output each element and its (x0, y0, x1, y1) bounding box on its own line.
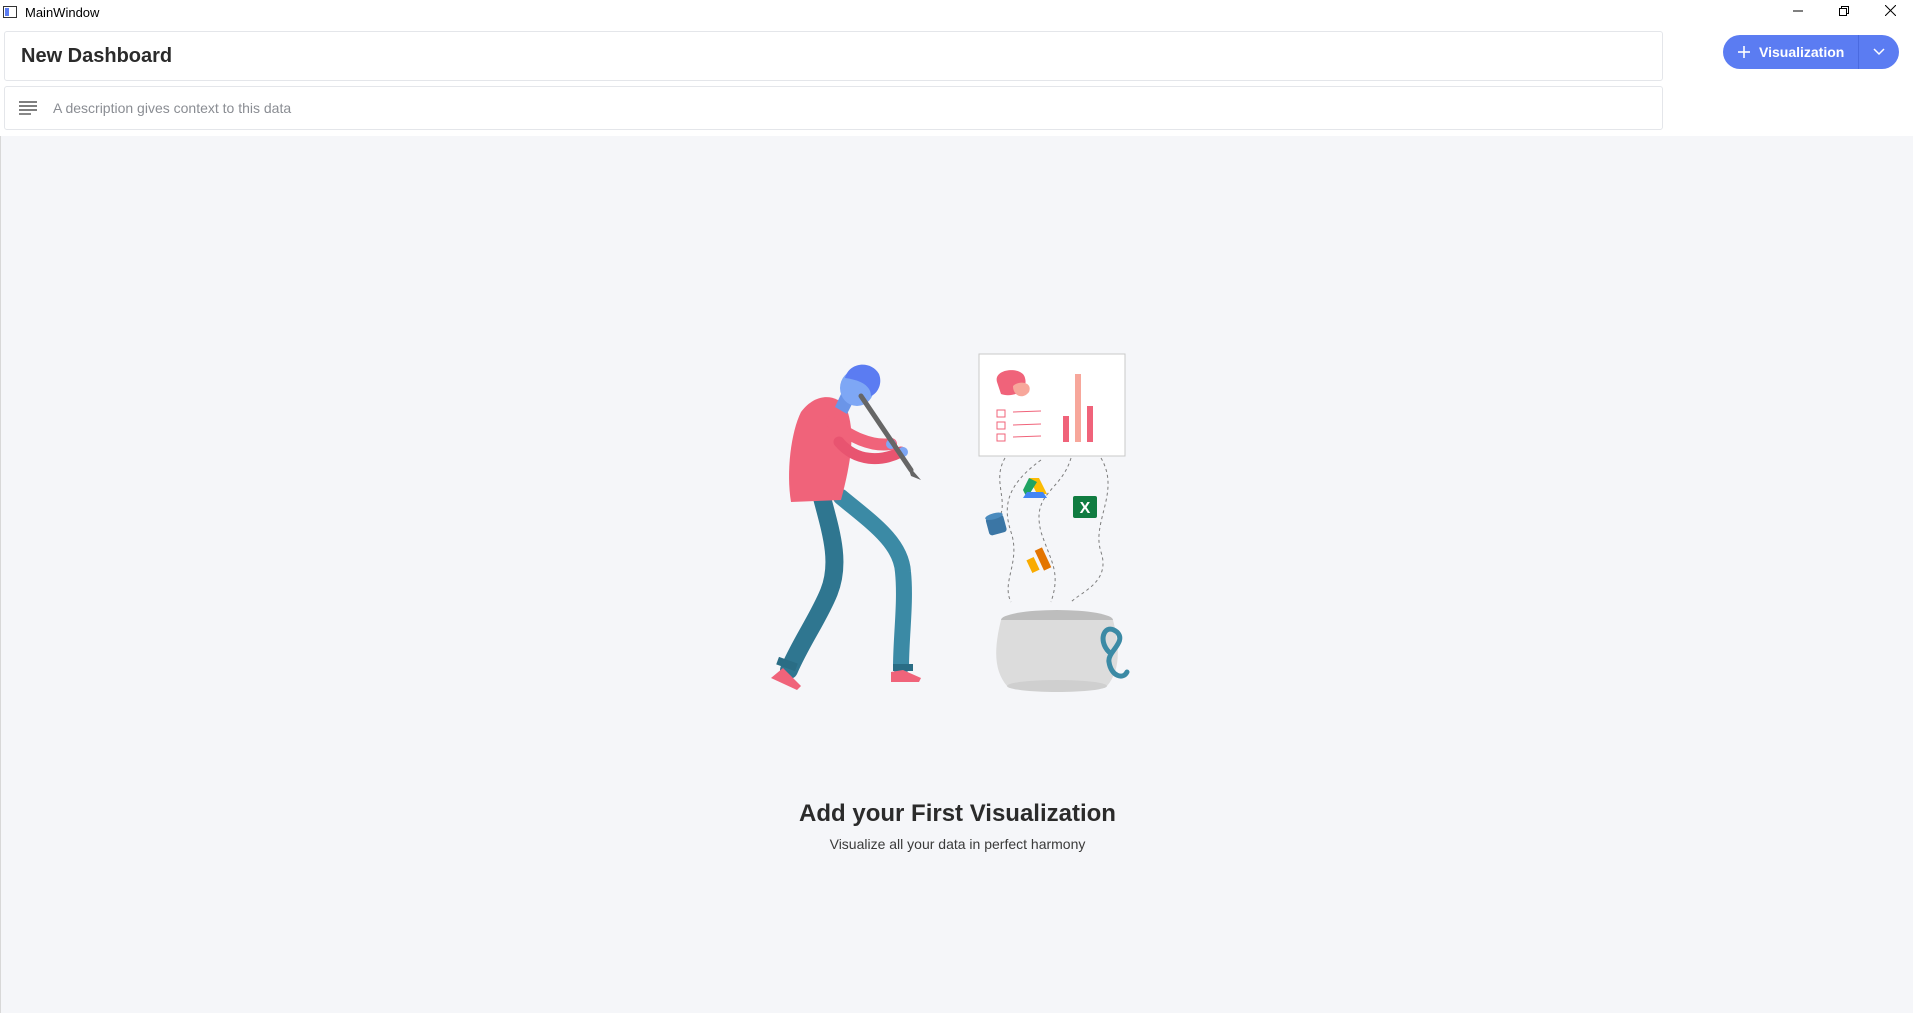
dashboard-title-field[interactable]: New Dashboard (4, 31, 1663, 81)
restore-button[interactable] (1821, 0, 1867, 24)
database-icon (985, 512, 1007, 536)
data-streams (996, 457, 1109, 603)
excel-icon: X (1073, 496, 1097, 518)
add-visualization-button[interactable]: Visualization (1723, 35, 1858, 69)
minimize-button[interactable] (1775, 0, 1821, 24)
dashboard-canvas: X Add your First Visualization Visualize… (0, 136, 1913, 1013)
google-drive-icon (1023, 478, 1047, 498)
empty-state-illustration: X (771, 353, 1130, 692)
cauldron (996, 610, 1130, 692)
empty-state-subtitle: Visualize all your data in perfect harmo… (829, 836, 1086, 852)
paragraph-lines-icon (19, 98, 39, 118)
window-titlebar: MainWindow (0, 0, 1913, 24)
clarinet-player-figure (771, 364, 921, 690)
dashboard-title[interactable]: New Dashboard (21, 45, 172, 68)
window-title: MainWindow (25, 4, 100, 20)
plus-icon (1737, 45, 1751, 59)
dashboard-description-field[interactable]: A description gives context to this data (4, 86, 1663, 130)
app-icon (3, 4, 19, 20)
window-controls (1775, 0, 1913, 24)
visualization-dropdown-button[interactable] (1859, 35, 1899, 69)
add-visualization-label: Visualization (1759, 44, 1845, 60)
svg-text:X: X (1080, 500, 1091, 517)
restore-icon (1839, 3, 1849, 21)
add-visualization-split-button: Visualization (1723, 35, 1899, 69)
dashboard-board (978, 353, 1126, 457)
minimize-icon (1793, 3, 1803, 21)
dashboard-header: New Dashboard A description gives contex… (0, 24, 1913, 136)
empty-state-title: Add your First Visualization (799, 800, 1116, 827)
close-icon (1884, 3, 1896, 21)
close-button[interactable] (1867, 0, 1913, 24)
analytics-icon (1026, 547, 1052, 574)
description-placeholder[interactable]: A description gives context to this data (53, 100, 291, 116)
chevron-down-icon (1873, 43, 1885, 61)
